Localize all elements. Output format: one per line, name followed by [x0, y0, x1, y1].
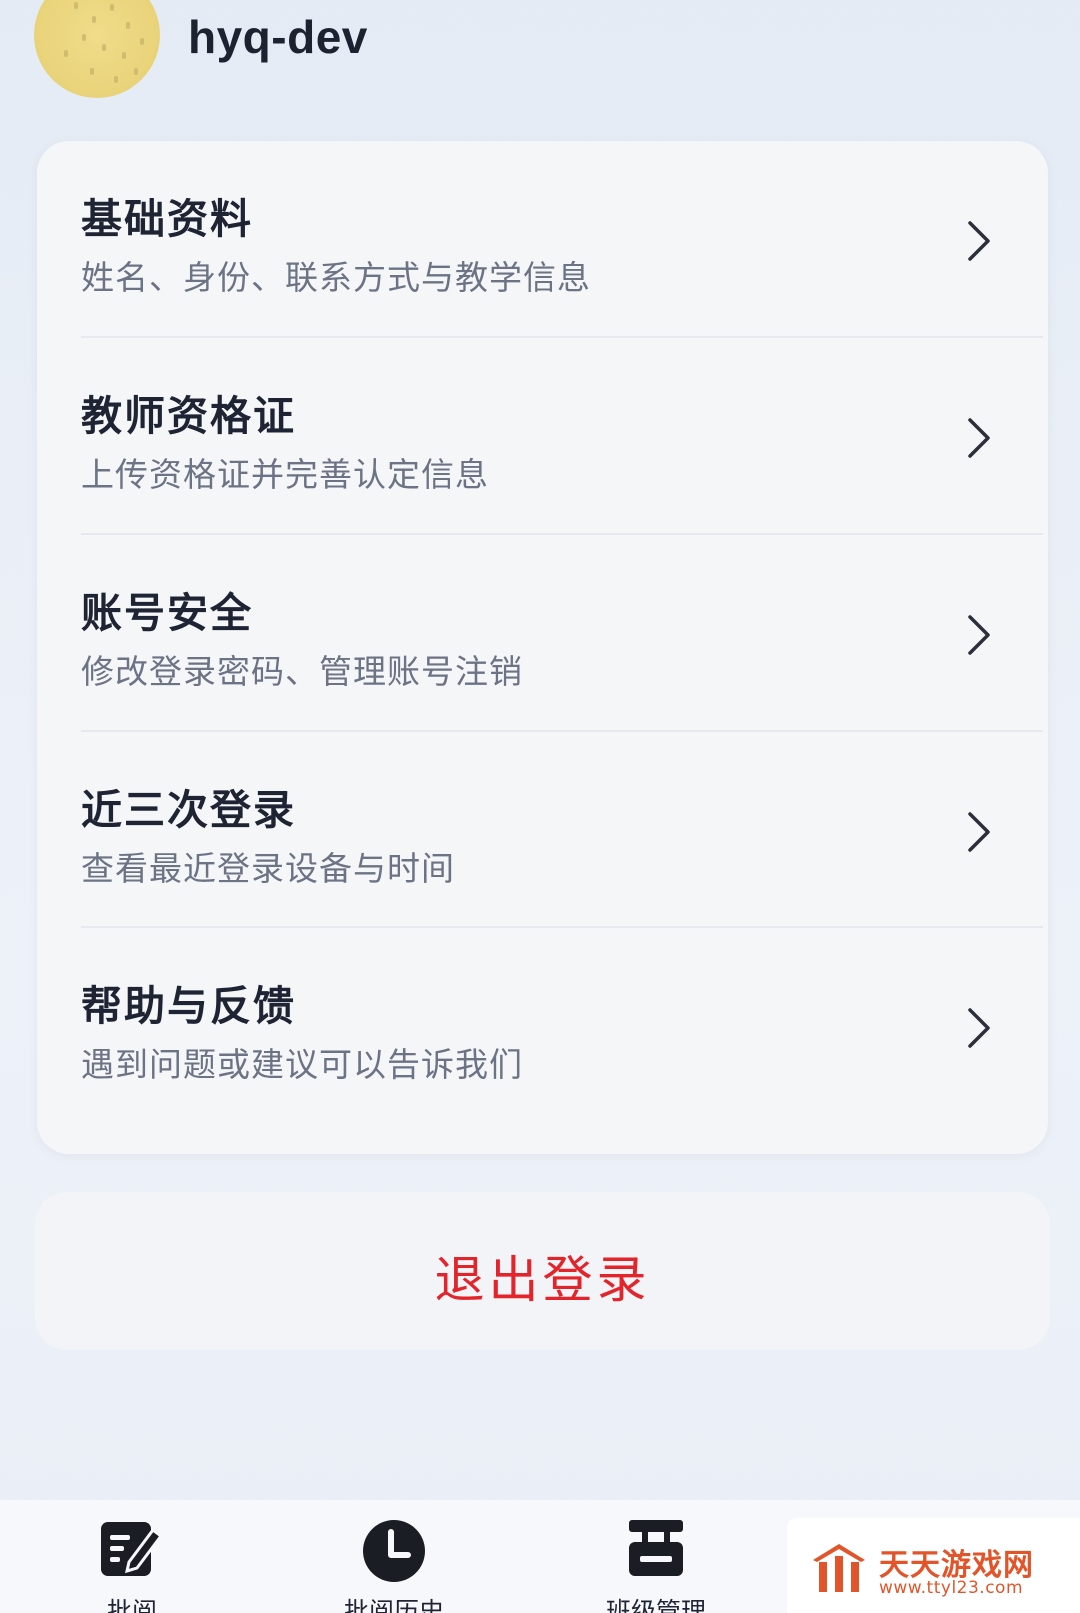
- avatar[interactable]: [34, 0, 160, 98]
- tab-review-history[interactable]: 批阅历史: [324, 1500, 464, 1613]
- menu-item-subtitle: 上传资格证并完善认定信息: [81, 455, 489, 494]
- chevron-right-icon: [968, 615, 990, 655]
- logout-label: 退出登录: [434, 1251, 651, 1309]
- clock-icon: [363, 1520, 425, 1582]
- menu-item-title: 帮助与反馈: [81, 982, 296, 1030]
- menu-item-subtitle: 姓名、身份、联系方式与教学信息: [81, 258, 591, 297]
- menu-item-basic-info[interactable]: 基础资料 姓名、身份、联系方式与教学信息: [37, 141, 1048, 343]
- class-management-icon: [629, 1520, 683, 1576]
- logout-button[interactable]: 退出登录: [35, 1192, 1050, 1350]
- menu-item-subtitle: 修改登录密码、管理账号注销: [81, 652, 523, 691]
- menu-item-subtitle: 查看最近登录设备与时间: [81, 849, 455, 888]
- watermark-logo-icon: [813, 1544, 865, 1592]
- tab-label: 批阅历史: [343, 1597, 444, 1613]
- chevron-right-icon: [968, 1008, 990, 1048]
- tab-label: 批阅: [106, 1597, 157, 1613]
- profile-header: hyq-dev: [0, 0, 1080, 130]
- menu-item-title: 基础资料: [81, 195, 253, 243]
- watermark: 天天游戏网 www.ttyl23.com: [787, 1518, 1080, 1613]
- tab-class-management[interactable]: 班级管理: [586, 1500, 726, 1613]
- tab-review[interactable]: 批阅: [62, 1500, 202, 1613]
- chevron-right-icon: [968, 812, 990, 852]
- edit-document-icon: [101, 1522, 164, 1576]
- menu-item-help-feedback[interactable]: 帮助与反馈 遇到问题或建议可以告诉我们: [37, 928, 1048, 1130]
- watermark-url: www.ttyl23.com: [879, 1578, 1024, 1598]
- menu-item-teacher-certificate[interactable]: 教师资格证 上传资格证并完善认定信息: [37, 338, 1048, 540]
- menu-item-subtitle: 遇到问题或建议可以告诉我们: [81, 1045, 523, 1084]
- username: hyq-dev: [188, 11, 368, 63]
- menu-item-account-security[interactable]: 账号安全 修改登录密码、管理账号注销: [37, 535, 1048, 737]
- menu-item-recent-logins[interactable]: 近三次登录 查看最近登录设备与时间: [37, 732, 1048, 934]
- chevron-right-icon: [968, 221, 990, 261]
- menu-item-title: 账号安全: [81, 589, 253, 637]
- settings-menu-card: 基础资料 姓名、身份、联系方式与教学信息 教师资格证 上传资格证并完善认定信息 …: [37, 141, 1048, 1154]
- chevron-right-icon: [968, 418, 990, 458]
- menu-item-title: 近三次登录: [81, 786, 296, 834]
- tab-label: 班级管理: [605, 1597, 706, 1613]
- menu-item-title: 教师资格证: [81, 392, 296, 440]
